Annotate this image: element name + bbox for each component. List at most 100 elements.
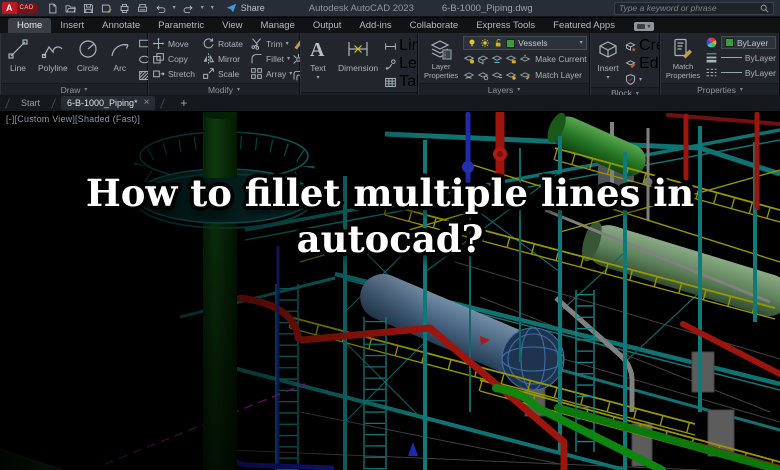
search-input[interactable]	[619, 3, 760, 13]
share-button[interactable]: Share	[226, 3, 265, 14]
move-tool[interactable]: Move	[152, 36, 195, 51]
make-current-icon[interactable]	[519, 53, 531, 65]
layer-properties-icon	[430, 40, 452, 60]
match-properties-button[interactable]: Match Properties	[664, 36, 702, 83]
tab-add-ins[interactable]: Add-ins	[350, 18, 400, 33]
polyline-icon	[41, 45, 63, 59]
scale-icon	[203, 68, 214, 79]
mirror-tool[interactable]: Mirror	[202, 51, 243, 66]
layer-freeze-other-icon[interactable]	[491, 69, 503, 81]
polyline-tool[interactable]: Polyline	[36, 36, 70, 83]
drawing-tab[interactable]: 6-B-1000_Piping* ×	[61, 96, 156, 110]
undo-caret-icon[interactable]: ▾	[173, 5, 176, 11]
dimension-tool[interactable]: Dimension	[336, 36, 380, 92]
layer-off-icon[interactable]	[463, 53, 475, 65]
tab-insert[interactable]: Insert	[51, 18, 93, 33]
text-tool[interactable]: A Text ▾	[304, 36, 332, 92]
autocad-logo[interactable]: A CAD	[2, 0, 37, 17]
logo-cad: CAD	[16, 2, 37, 14]
layer-lock-icon[interactable]	[505, 53, 517, 65]
layer-off-other-icon[interactable]	[505, 69, 517, 81]
tab-annotate[interactable]: Annotate	[93, 18, 149, 33]
copy-icon	[153, 53, 164, 64]
draw-panel-title[interactable]: Draw ▾	[1, 83, 147, 95]
layer-freeze-icon[interactable]	[491, 53, 503, 65]
modify-panel-title[interactable]: Modify ▾	[149, 83, 299, 95]
tab-parametric[interactable]: Parametric	[149, 18, 213, 33]
viewport-controls[interactable]: [-][Custom View][Shaded (Fast)]	[6, 114, 140, 124]
text-icon: A	[310, 39, 325, 61]
match-layer-label[interactable]: Match Layer	[535, 70, 582, 80]
current-layer-name: Vessels	[518, 38, 548, 48]
ribbon-tab-bar: Home Insert Annotate Parametric View Man…	[0, 18, 780, 33]
array-tool[interactable]: Array ▾	[250, 66, 292, 81]
stretch-tool[interactable]: Stretch	[152, 66, 195, 81]
document-title: 6-B-1000_Piping.dwg	[441, 2, 533, 14]
close-tab-icon[interactable]: ×	[144, 98, 150, 108]
move-icon	[152, 37, 165, 50]
scale-tool[interactable]: Scale	[202, 66, 243, 81]
match-layer-icon[interactable]	[519, 69, 531, 81]
make-current-label[interactable]: Make Current	[535, 54, 587, 64]
lineweight-dropdown[interactable]: ByLayer	[721, 51, 776, 64]
match-properties-icon	[674, 38, 692, 59]
paper-plane-icon	[226, 3, 236, 12]
save-as-icon[interactable]	[101, 3, 112, 14]
workspace-switcher-button[interactable]: ▾	[633, 22, 654, 31]
line-icon	[8, 39, 28, 59]
fillet-icon	[251, 53, 262, 64]
layer-dropdown-caret-icon: ▾	[579, 40, 583, 46]
tab-manage[interactable]: Manage	[252, 18, 304, 33]
drawing-tab-label: 6-B-1000_Piping*	[67, 98, 138, 108]
trim-icon	[251, 38, 261, 50]
tab-view[interactable]: View	[213, 18, 251, 33]
copy-tool[interactable]: Copy	[152, 51, 195, 66]
print-icon[interactable]	[137, 3, 148, 14]
tab-home[interactable]: Home	[8, 18, 52, 33]
start-tab[interactable]: Start	[15, 96, 46, 110]
search-icon[interactable]	[760, 4, 769, 13]
share-label: Share	[240, 3, 265, 13]
properties-panel-title[interactable]: Properties ▾	[661, 83, 779, 95]
arc-icon	[111, 43, 129, 57]
customize-qat-caret-icon[interactable]: ▾	[211, 5, 214, 11]
annotation-panel: A Text ▾ Dimension Linear▾ Leader▾ Table…	[300, 33, 454, 103]
layer-walk-icon[interactable]	[477, 69, 489, 81]
tab-featured-apps[interactable]: Featured Apps	[544, 18, 624, 33]
layer-undo-icon[interactable]	[463, 69, 475, 81]
headline-line-2: autocad?	[296, 217, 484, 262]
layers-panel-title[interactable]: Layers ▾	[419, 83, 589, 95]
line-tool[interactable]: Line	[4, 36, 32, 83]
fillet-tool[interactable]: Fillet ▾	[250, 51, 292, 66]
layer-thaw-sun-icon	[481, 38, 490, 48]
redo-caret-icon[interactable]: ▾	[201, 5, 204, 11]
linetype-dropdown[interactable]: ByLayer	[721, 66, 776, 79]
open-folder-icon[interactable]	[65, 3, 76, 14]
new-drawing-tab-button[interactable]: +	[180, 96, 187, 110]
undo-icon[interactable]	[155, 3, 166, 14]
stretch-icon	[153, 70, 165, 78]
file-tab-bar: Start 6-B-1000_Piping* × +	[0, 95, 780, 112]
drawing-viewport: [-][Custom View][Shaded (Fast)] How to f…	[0, 112, 780, 470]
tab-collaborate[interactable]: Collaborate	[401, 18, 468, 33]
new-file-icon[interactable]	[47, 3, 58, 14]
drawing-canvas[interactable]	[0, 112, 780, 470]
arc-tool[interactable]: Arc	[106, 36, 134, 83]
rotate-tool[interactable]: Rotate	[202, 36, 243, 51]
object-color-dropdown[interactable]: ByLayer	[721, 36, 776, 49]
layer-properties-button[interactable]: Layer Properties	[422, 36, 460, 83]
block-panel: Insert ▾ Create Edit ▾ Block▾	[590, 33, 687, 98]
trim-tool[interactable]: Trim ▾	[250, 36, 292, 51]
redo-icon[interactable]	[183, 3, 194, 14]
draw-panel: Line Polyline Circle Arc Draw ▾	[0, 33, 156, 95]
save-icon[interactable]	[83, 3, 94, 14]
block-attributes-icon	[625, 74, 636, 85]
tab-output[interactable]: Output	[304, 18, 351, 33]
circle-tool[interactable]: Circle	[74, 36, 102, 83]
lineweight-value: ByLayer	[744, 52, 776, 63]
layer-isolate-icon[interactable]	[477, 53, 489, 65]
insert-block-button[interactable]: Insert ▾	[594, 36, 622, 87]
tab-express-tools[interactable]: Express Tools	[467, 18, 544, 33]
layer-dropdown[interactable]: Vessels ▾	[463, 36, 587, 50]
plot-icon[interactable]	[119, 3, 130, 14]
